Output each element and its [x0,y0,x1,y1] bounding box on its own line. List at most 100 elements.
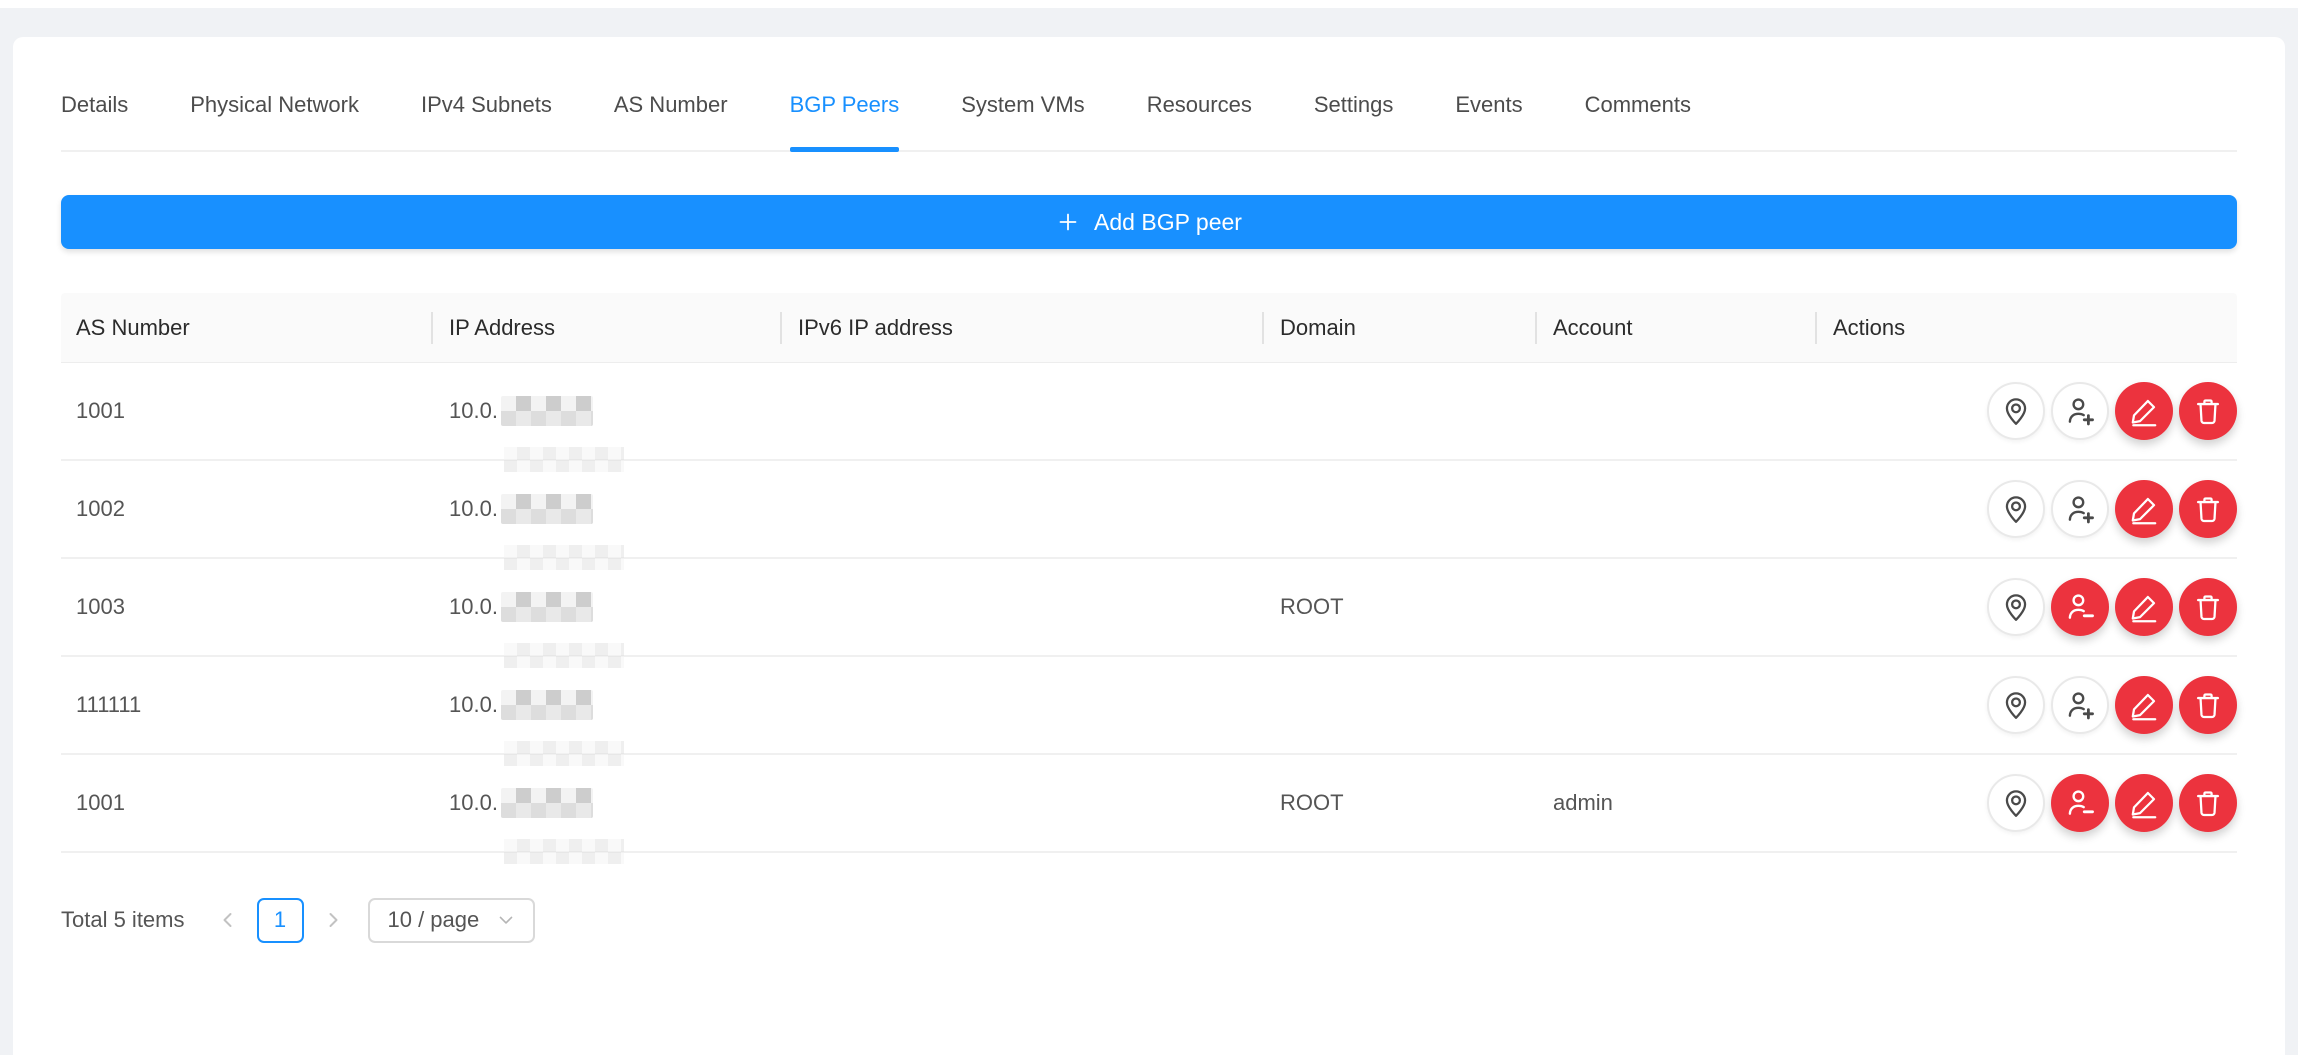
location-pin-icon [2000,493,2032,525]
chevron-right-icon [321,908,345,932]
page-size-select[interactable]: 10 / page [368,898,536,943]
cell-as-number: 111111 [61,692,431,718]
tab-physical-network[interactable]: Physical Network [190,59,359,150]
edit-bgp-peer-button[interactable] [2115,382,2173,440]
add-bgp-peer-label: Add BGP peer [1094,209,1242,236]
cell-actions [1815,382,2237,440]
bgp-peers-table: AS Number IP Address IPv6 IP address Dom… [61,293,2237,853]
pagination-prev-button[interactable] [215,897,241,943]
chevron-left-icon [216,908,240,932]
edit-bgp-peer-button[interactable] [2115,774,2173,832]
user-add-icon [2064,493,2096,525]
location-pin-icon [2000,787,2032,819]
tab-events[interactable]: Events [1455,59,1522,150]
edit-bgp-peer-button[interactable] [2115,578,2173,636]
edit-bgp-peer-button[interactable] [2115,676,2173,734]
top-strip [0,0,2298,8]
cell-as-number: 1002 [61,496,431,522]
redacted-ip-blur [501,396,593,426]
user-remove-icon [2064,591,2096,623]
tab-bgp-peers[interactable]: BGP Peers [790,59,900,150]
redacted-ip-blur [501,592,593,622]
tab-bar: Details Physical Network IPv4 Subnets AS… [61,37,2237,152]
add-bgp-peer-button[interactable]: Add BGP peer [61,195,2237,249]
add-account-button[interactable] [2051,676,2109,734]
location-pin-icon [2000,395,2032,427]
cell-actions [1815,774,2237,832]
edit-pencil-icon [2128,689,2160,721]
table-row: 111111 10.0. [61,657,2237,755]
pagination: Total 5 items 1 10 / page [61,897,2237,943]
cell-ip-address: 10.0. [431,396,780,426]
column-header-account: Account [1535,315,1815,341]
edit-pencil-icon [2128,591,2160,623]
delete-bgp-peer-button[interactable] [2179,578,2237,636]
trash-icon [2192,787,2224,819]
user-remove-icon [2064,787,2096,819]
column-header-ipv6-ip-address: IPv6 IP address [780,315,1262,341]
delete-bgp-peer-button[interactable] [2179,480,2237,538]
cell-actions [1815,676,2237,734]
column-header-domain: Domain [1262,315,1535,341]
bgp-peers-page: Details Physical Network IPv4 Subnets AS… [0,0,2298,1055]
cell-domain: ROOT [1262,594,1535,620]
column-header-as-number: AS Number [61,315,431,341]
redacted-ip-blur [501,494,593,524]
view-instances-button[interactable] [1987,480,2045,538]
trash-icon [2192,689,2224,721]
cell-domain: ROOT [1262,790,1535,816]
trash-icon [2192,591,2224,623]
add-account-button[interactable] [2051,480,2109,538]
trash-icon [2192,493,2224,525]
tab-as-number[interactable]: AS Number [614,59,728,150]
pagination-page-1-button[interactable]: 1 [257,898,304,943]
trash-icon [2192,395,2224,427]
remove-account-button[interactable] [2051,578,2109,636]
page-size-value: 10 / page [388,907,480,933]
tab-comments[interactable]: Comments [1585,59,1691,150]
cell-as-number: 1001 [61,790,431,816]
cell-account: admin [1535,790,1815,816]
delete-bgp-peer-button[interactable] [2179,676,2237,734]
edit-pencil-icon [2128,395,2160,427]
table-row: 1001 10.0. ROOT admin [61,755,2237,853]
view-instances-button[interactable] [1987,578,2045,636]
add-account-button[interactable] [2051,382,2109,440]
cell-ip-address: 10.0. [431,788,780,818]
column-header-ip-address: IP Address [431,315,780,341]
cell-as-number: 1001 [61,398,431,424]
cell-ip-address: 10.0. [431,690,780,720]
view-instances-button[interactable] [1987,382,2045,440]
user-add-icon [2064,689,2096,721]
table-header-row: AS Number IP Address IPv6 IP address Dom… [61,293,2237,363]
cell-ip-address: 10.0. [431,494,780,524]
edit-bgp-peer-button[interactable] [2115,480,2173,538]
tab-details[interactable]: Details [61,59,128,150]
location-pin-icon [2000,689,2032,721]
view-instances-button[interactable] [1987,676,2045,734]
user-add-icon [2064,395,2096,427]
view-instances-button[interactable] [1987,774,2045,832]
content-card: Details Physical Network IPv4 Subnets AS… [13,37,2285,1055]
chevron-down-icon [495,909,517,931]
delete-bgp-peer-button[interactable] [2179,382,2237,440]
tab-ipv4-subnets[interactable]: IPv4 Subnets [421,59,552,150]
redacted-ip-blur [501,690,593,720]
location-pin-icon [2000,591,2032,623]
tab-resources[interactable]: Resources [1147,59,1252,150]
cell-actions [1815,578,2237,636]
pagination-next-button[interactable] [320,897,346,943]
table-row: 1001 10.0. [61,363,2237,461]
redacted-ip-blur [501,788,593,818]
tab-settings[interactable]: Settings [1314,59,1394,150]
cell-actions [1815,480,2237,538]
tab-system-vms[interactable]: System VMs [961,59,1084,150]
column-header-actions: Actions [1815,315,2237,341]
cell-as-number: 1003 [61,594,431,620]
delete-bgp-peer-button[interactable] [2179,774,2237,832]
pagination-total: Total 5 items [61,907,185,933]
cell-ip-address: 10.0. [431,592,780,622]
plus-icon [1056,210,1080,234]
remove-account-button[interactable] [2051,774,2109,832]
edit-pencil-icon [2128,493,2160,525]
